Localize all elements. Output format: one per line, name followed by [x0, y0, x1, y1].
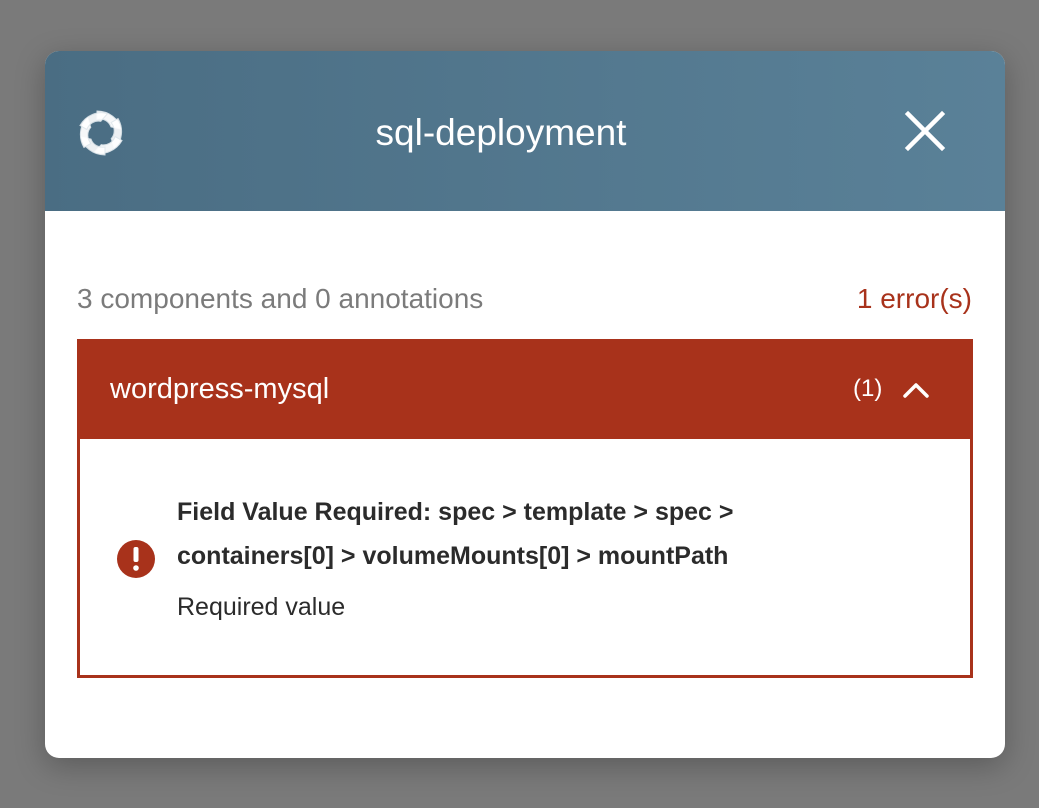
validation-dialog: sql-deployment 3 components and 0 annota…	[45, 51, 1005, 758]
exclamation-circle-icon	[117, 540, 155, 578]
panel-error-count: (1)	[853, 375, 883, 402]
error-title: Field Value Required: spec > template > …	[177, 498, 734, 570]
summary-text: 3 components and 0 annotations	[77, 283, 484, 314]
error-description: Required value	[177, 593, 346, 621]
close-icon[interactable]	[900, 106, 950, 156]
dialog-title: sql-deployment	[375, 112, 627, 153]
panel-component-name: wordpress-mysql	[110, 373, 330, 405]
dialog-header: sql-deployment	[45, 51, 1005, 211]
panel-header-toggle[interactable]: wordpress-mysql (1)	[77, 339, 973, 439]
error-panel: wordpress-mysql (1) Field Value Required…	[77, 339, 973, 678]
error-count: 1 error(s)	[856, 283, 972, 314]
chevron-up-icon[interactable]	[901, 375, 931, 405]
